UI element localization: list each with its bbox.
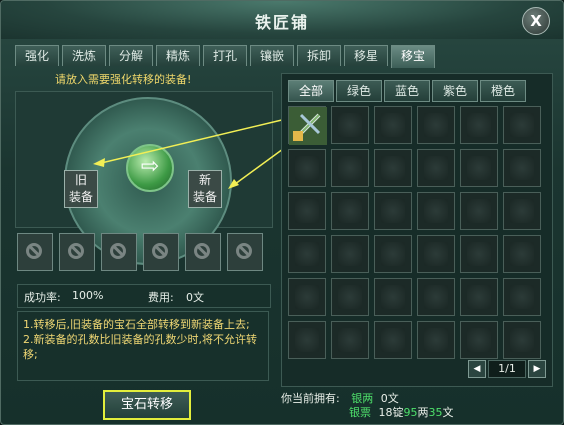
inventory-empty-slot[interactable] <box>374 149 412 187</box>
inventory-empty-slot[interactable] <box>288 278 326 316</box>
category-tab-purple[interactable]: 紫色 <box>432 80 478 102</box>
inventory-empty-slot[interactable] <box>460 321 498 359</box>
money-label: 你当前拥有: <box>281 392 340 405</box>
inventory-panel: 全部 绿色 蓝色 紫色 橙色 ◀ 1/1 ▶ <box>281 73 553 387</box>
prev-page-button[interactable]: ◀ <box>468 360 486 378</box>
next-page-button[interactable]: ▶ <box>528 360 546 378</box>
inventory-empty-slot[interactable] <box>331 106 369 144</box>
inventory-empty-slot[interactable] <box>503 235 541 273</box>
fee-label: 费用: <box>148 291 174 304</box>
arrow-head-2 <box>228 179 239 189</box>
inventory-empty-slot[interactable] <box>331 192 369 230</box>
gem-slot[interactable] <box>143 233 179 271</box>
arrow-head-1 <box>93 158 105 167</box>
success-rate-value: 100% <box>72 289 104 302</box>
inventory-empty-slot[interactable] <box>417 149 455 187</box>
inventory-empty-slot[interactable] <box>374 235 412 273</box>
inventory-empty-slot[interactable] <box>417 278 455 316</box>
note-value-end: 35 <box>428 406 443 419</box>
inventory-empty-slot[interactable] <box>288 235 326 273</box>
inventory-empty-slot[interactable] <box>460 106 498 144</box>
sword-item-icon <box>289 107 327 145</box>
blacksmith-window: 铁匠铺 X 强化 洗炼 分解 精炼 打孔 镶嵌 拆卸 移星 移宝 请放入需要强化… <box>0 0 564 425</box>
inventory-empty-slot[interactable] <box>374 278 412 316</box>
note-value-mid-unit: 两 <box>417 406 429 419</box>
gem-slot[interactable] <box>227 233 263 271</box>
empty-slot-icon <box>110 243 126 259</box>
gem-slot[interactable] <box>101 233 137 271</box>
inventory-empty-slot[interactable] <box>503 106 541 144</box>
inventory-empty-slot[interactable] <box>374 321 412 359</box>
inventory-empty-slot[interactable] <box>503 278 541 316</box>
gem-slot[interactable] <box>185 233 221 271</box>
note-value-prefix: 18锭 <box>378 406 404 419</box>
category-tab-green[interactable]: 绿色 <box>336 80 382 102</box>
inventory-empty-slot[interactable] <box>288 321 326 359</box>
fee-value: 0文 <box>186 291 204 304</box>
inventory-empty-slot[interactable] <box>417 235 455 273</box>
inventory-empty-slot[interactable] <box>331 149 369 187</box>
empty-slot-icon <box>194 243 210 259</box>
category-tab-orange[interactable]: 橙色 <box>480 80 526 102</box>
pager: ◀ 1/1 ▶ <box>468 360 548 378</box>
description-text: 1.转移后,旧装备的宝石全部转移到新装备上去; 2.新装备的孔数比旧装备的孔数少… <box>17 311 269 381</box>
inventory-empty-slot[interactable] <box>460 149 498 187</box>
inventory-empty-slot[interactable] <box>417 192 455 230</box>
inventory-empty-slot[interactable] <box>417 321 455 359</box>
empty-slot-icon <box>236 243 252 259</box>
gem-slot[interactable] <box>59 233 95 271</box>
inventory-empty-slot[interactable] <box>460 278 498 316</box>
gem-transfer-button[interactable]: 宝石转移 <box>103 390 191 420</box>
empty-slot-icon <box>26 243 42 259</box>
inventory-empty-slot[interactable] <box>503 321 541 359</box>
arrow-line-1 <box>96 118 287 165</box>
gem-slot[interactable] <box>17 233 53 271</box>
inventory-empty-slot[interactable] <box>331 321 369 359</box>
inventory-empty-slot[interactable] <box>503 192 541 230</box>
inventory-empty-slot[interactable] <box>460 192 498 230</box>
note-label: 银票 <box>349 406 371 419</box>
success-rate-label: 成功率: <box>24 291 61 304</box>
stats-bar: 成功率: 100% 费用: 0文 <box>17 284 271 308</box>
note-value-end-unit: 文 <box>442 406 454 419</box>
empty-slot-icon <box>68 243 84 259</box>
inventory-empty-slot[interactable] <box>374 192 412 230</box>
inventory-empty-slot[interactable] <box>331 278 369 316</box>
inventory-empty-slot[interactable] <box>331 235 369 273</box>
inventory-empty-slot[interactable] <box>288 192 326 230</box>
inventory-item-slot[interactable] <box>288 106 327 145</box>
description-body: 1.转移后,旧装备的宝石全部转移到新装备上去; 2.新装备的孔数比旧装备的孔数少… <box>23 318 257 361</box>
inventory-empty-slot[interactable] <box>417 106 455 144</box>
arrow-line-2 <box>230 148 284 188</box>
inventory-empty-slot[interactable] <box>374 106 412 144</box>
page-indicator: 1/1 <box>488 360 526 378</box>
inventory-empty-slot[interactable] <box>460 235 498 273</box>
category-tab-all[interactable]: 全部 <box>288 80 334 102</box>
inventory-empty-slot[interactable] <box>288 149 326 187</box>
money-info: 你当前拥有: 银两 0文 银票 18锭95两35文 <box>281 390 454 419</box>
note-value-mid: 95 <box>403 406 418 419</box>
inventory-empty-slot[interactable] <box>503 149 541 187</box>
category-tab-blue[interactable]: 蓝色 <box>384 80 430 102</box>
empty-slot-icon <box>152 243 168 259</box>
